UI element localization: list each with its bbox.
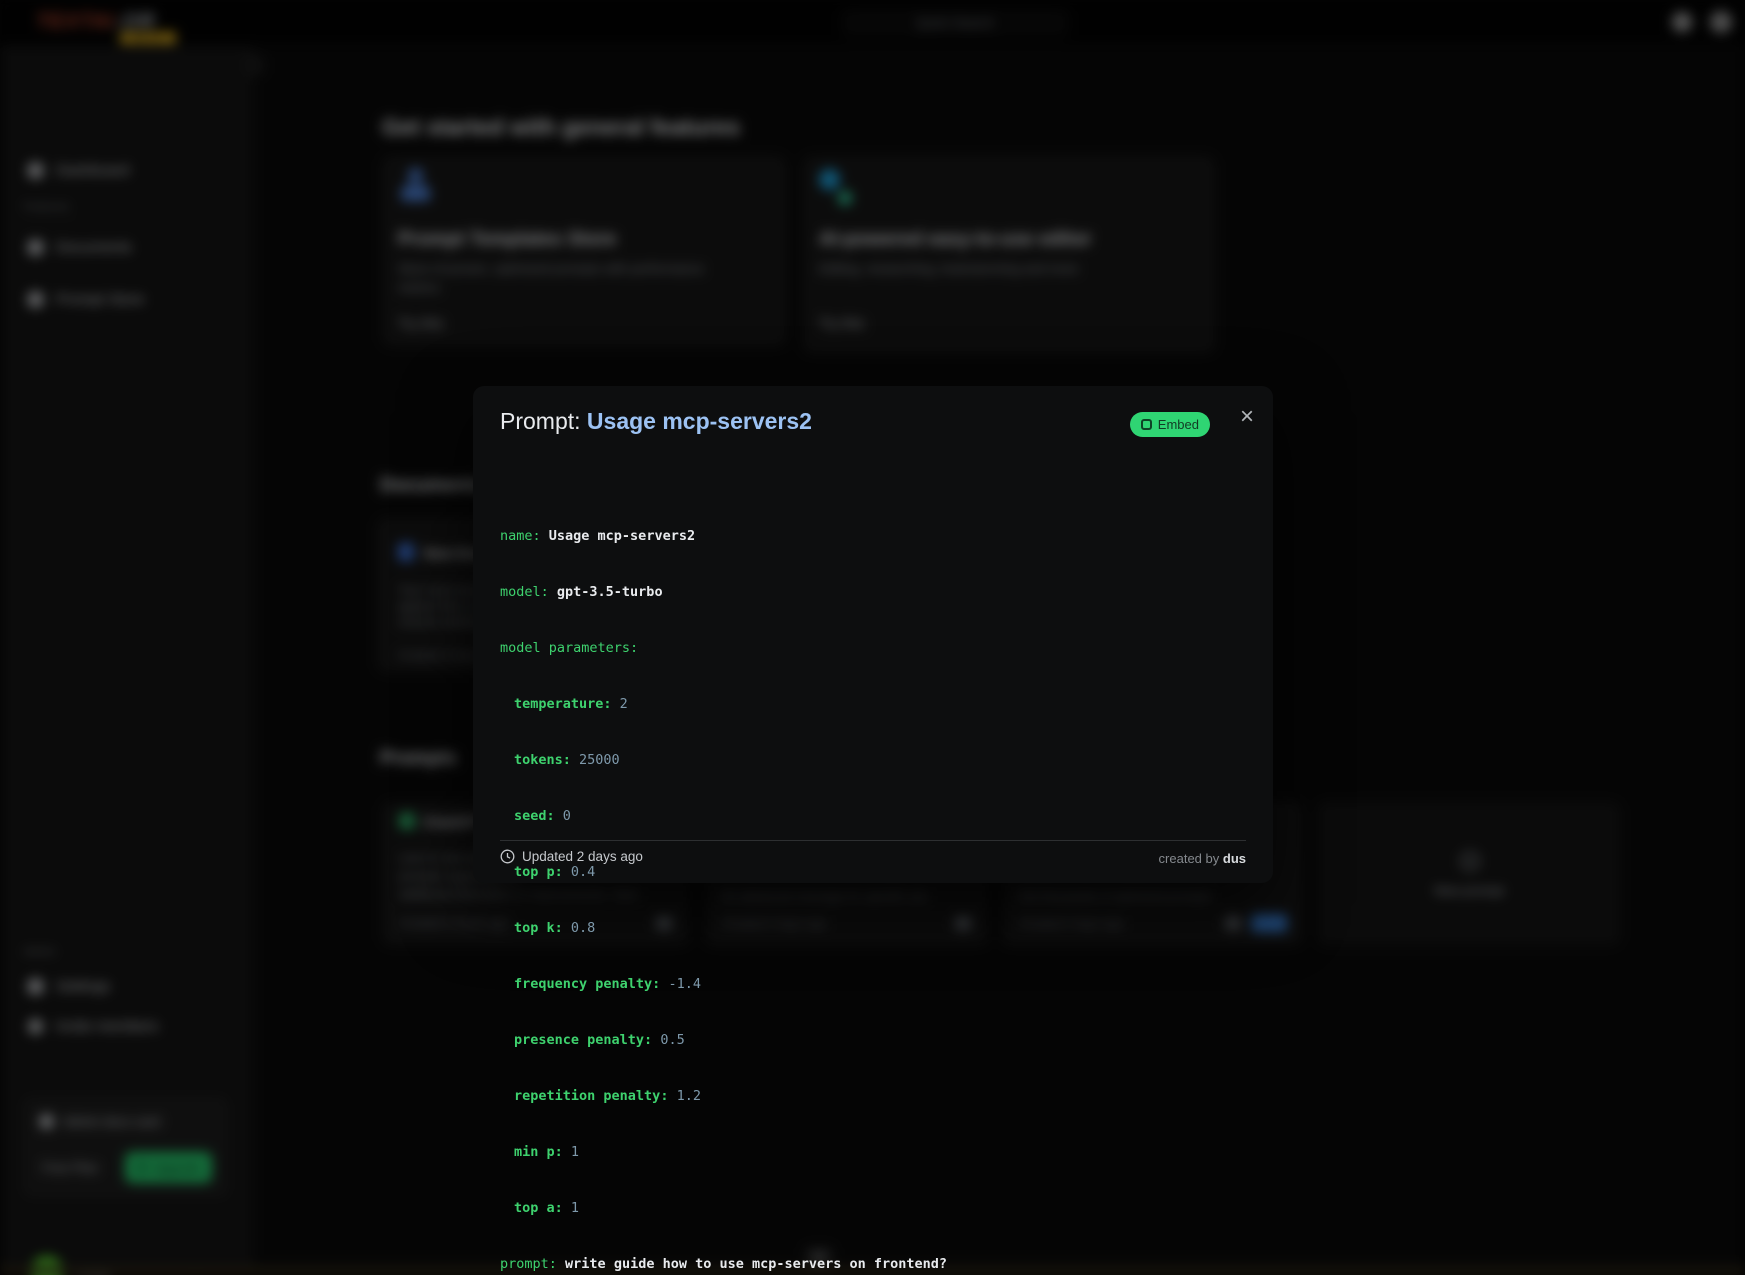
yaml-line: model parameters (500, 638, 947, 658)
yaml-line: min p1 (500, 1142, 947, 1162)
yaml-value: 0 (562, 808, 571, 824)
created-by-name: dus (1222, 851, 1246, 866)
close-icon[interactable]: × (1240, 405, 1254, 429)
yaml-value: 0.5 (660, 1032, 685, 1048)
clock-icon (500, 849, 515, 864)
yaml-key: frequency penalty (514, 976, 668, 992)
yaml-line: presence penalty0.5 (500, 1030, 947, 1050)
yaml-line: tokens25000 (500, 750, 947, 770)
created-by-prefix: created by (1158, 851, 1223, 866)
yaml-value: gpt-3.5-turbo (556, 584, 663, 600)
yaml-value: 0.4 (570, 864, 596, 880)
yaml-value: Usage mcp-servers2 (548, 528, 696, 544)
yaml-key: presence penalty (514, 1032, 660, 1048)
yaml-value: 2 (619, 696, 628, 712)
yaml-key: top k (514, 920, 571, 936)
yaml-line: promptwrite guide how to use mcp-servers… (500, 1254, 947, 1274)
page: TEXTAI.OR BETA Quick Search Dashboard Fe… (0, 0, 1745, 1275)
modal-created-by: created by dus (1159, 851, 1246, 866)
modal-updated: Updated 2 days ago (500, 849, 643, 864)
yaml-key: tokens (514, 752, 579, 768)
yaml-line: modelgpt-3.5-turbo (500, 582, 947, 602)
yaml-key: top p (514, 864, 571, 880)
embed-label: Embed (1157, 417, 1199, 432)
embed-button[interactable]: Embed (1129, 412, 1210, 437)
yaml-value: write guide how to use mcp-servers on fr… (565, 1256, 948, 1272)
yaml-line: frequency penalty-1.4 (500, 974, 947, 994)
modal-title-name: Usage mcp-servers2 (586, 408, 812, 434)
yaml-value: 0.8 (570, 920, 596, 936)
modal-title: Prompt: Usage mcp-servers2 (500, 408, 812, 435)
yaml-key: top a (514, 1200, 571, 1216)
yaml-block: nameUsage mcp-servers2 modelgpt-3.5-turb… (500, 490, 947, 1275)
yaml-key: min p (514, 1144, 571, 1160)
yaml-line: top p0.4 (500, 862, 947, 882)
yaml-line: nameUsage mcp-servers2 (500, 526, 947, 546)
modal-title-prefix: Prompt: (500, 408, 587, 434)
yaml-line: top k0.8 (500, 918, 947, 938)
yaml-line: top a1 (500, 1198, 947, 1218)
yaml-key: repetition penalty (514, 1088, 677, 1104)
prompt-detail-modal: Prompt: Usage mcp-servers2 Embed × nameU… (473, 386, 1273, 1272)
yaml-key: temperature (514, 696, 620, 712)
embed-icon (1140, 419, 1152, 430)
modal-footer-divider (500, 840, 1246, 841)
yaml-key: prompt (500, 1256, 565, 1272)
yaml-key: model parameters (500, 640, 646, 656)
yaml-value: 1 (570, 1144, 580, 1160)
yaml-key: name (500, 528, 549, 544)
yaml-value: 1 (570, 1200, 580, 1216)
updated-text: Updated 2 days ago (522, 849, 643, 864)
yaml-line: temperature2 (500, 694, 947, 714)
yaml-value: 1.2 (676, 1088, 701, 1104)
yaml-value: 25000 (579, 752, 620, 768)
yaml-line: seed0 (500, 806, 947, 826)
yaml-value: -1.4 (668, 976, 701, 992)
yaml-key: seed (514, 808, 563, 824)
yaml-key: model (500, 584, 557, 600)
yaml-line: repetition penalty1.2 (500, 1086, 947, 1106)
